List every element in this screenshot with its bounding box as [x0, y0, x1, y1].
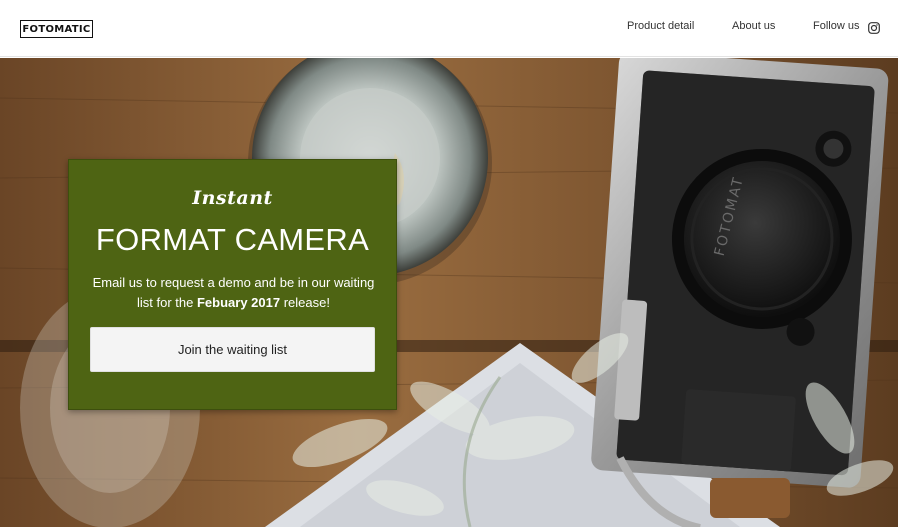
instagram-icon[interactable] [868, 22, 880, 34]
nav-follow-us[interactable]: Follow us [813, 20, 859, 36]
card-text-date: Febuary 2017 [196, 295, 281, 310]
card-description: Email us to request a demo and be in our… [89, 273, 378, 313]
nav-product-detail[interactable]: Product detail [627, 20, 694, 36]
card-script-label: Instant [192, 187, 273, 209]
promo-card: Instant FORMAT CAMERA Email us to reques… [68, 159, 397, 410]
card-text-after: release! [280, 295, 330, 310]
nav-about-us[interactable]: About us [732, 20, 775, 36]
card-title: FORMAT CAMERA [95, 222, 370, 257]
site-header: FOTOMATIC Product detail About us Follow… [0, 0, 898, 57]
join-waiting-list-button[interactable]: Join the waiting list [90, 327, 375, 372]
site-logo[interactable]: FOTOMATIC [20, 20, 93, 38]
